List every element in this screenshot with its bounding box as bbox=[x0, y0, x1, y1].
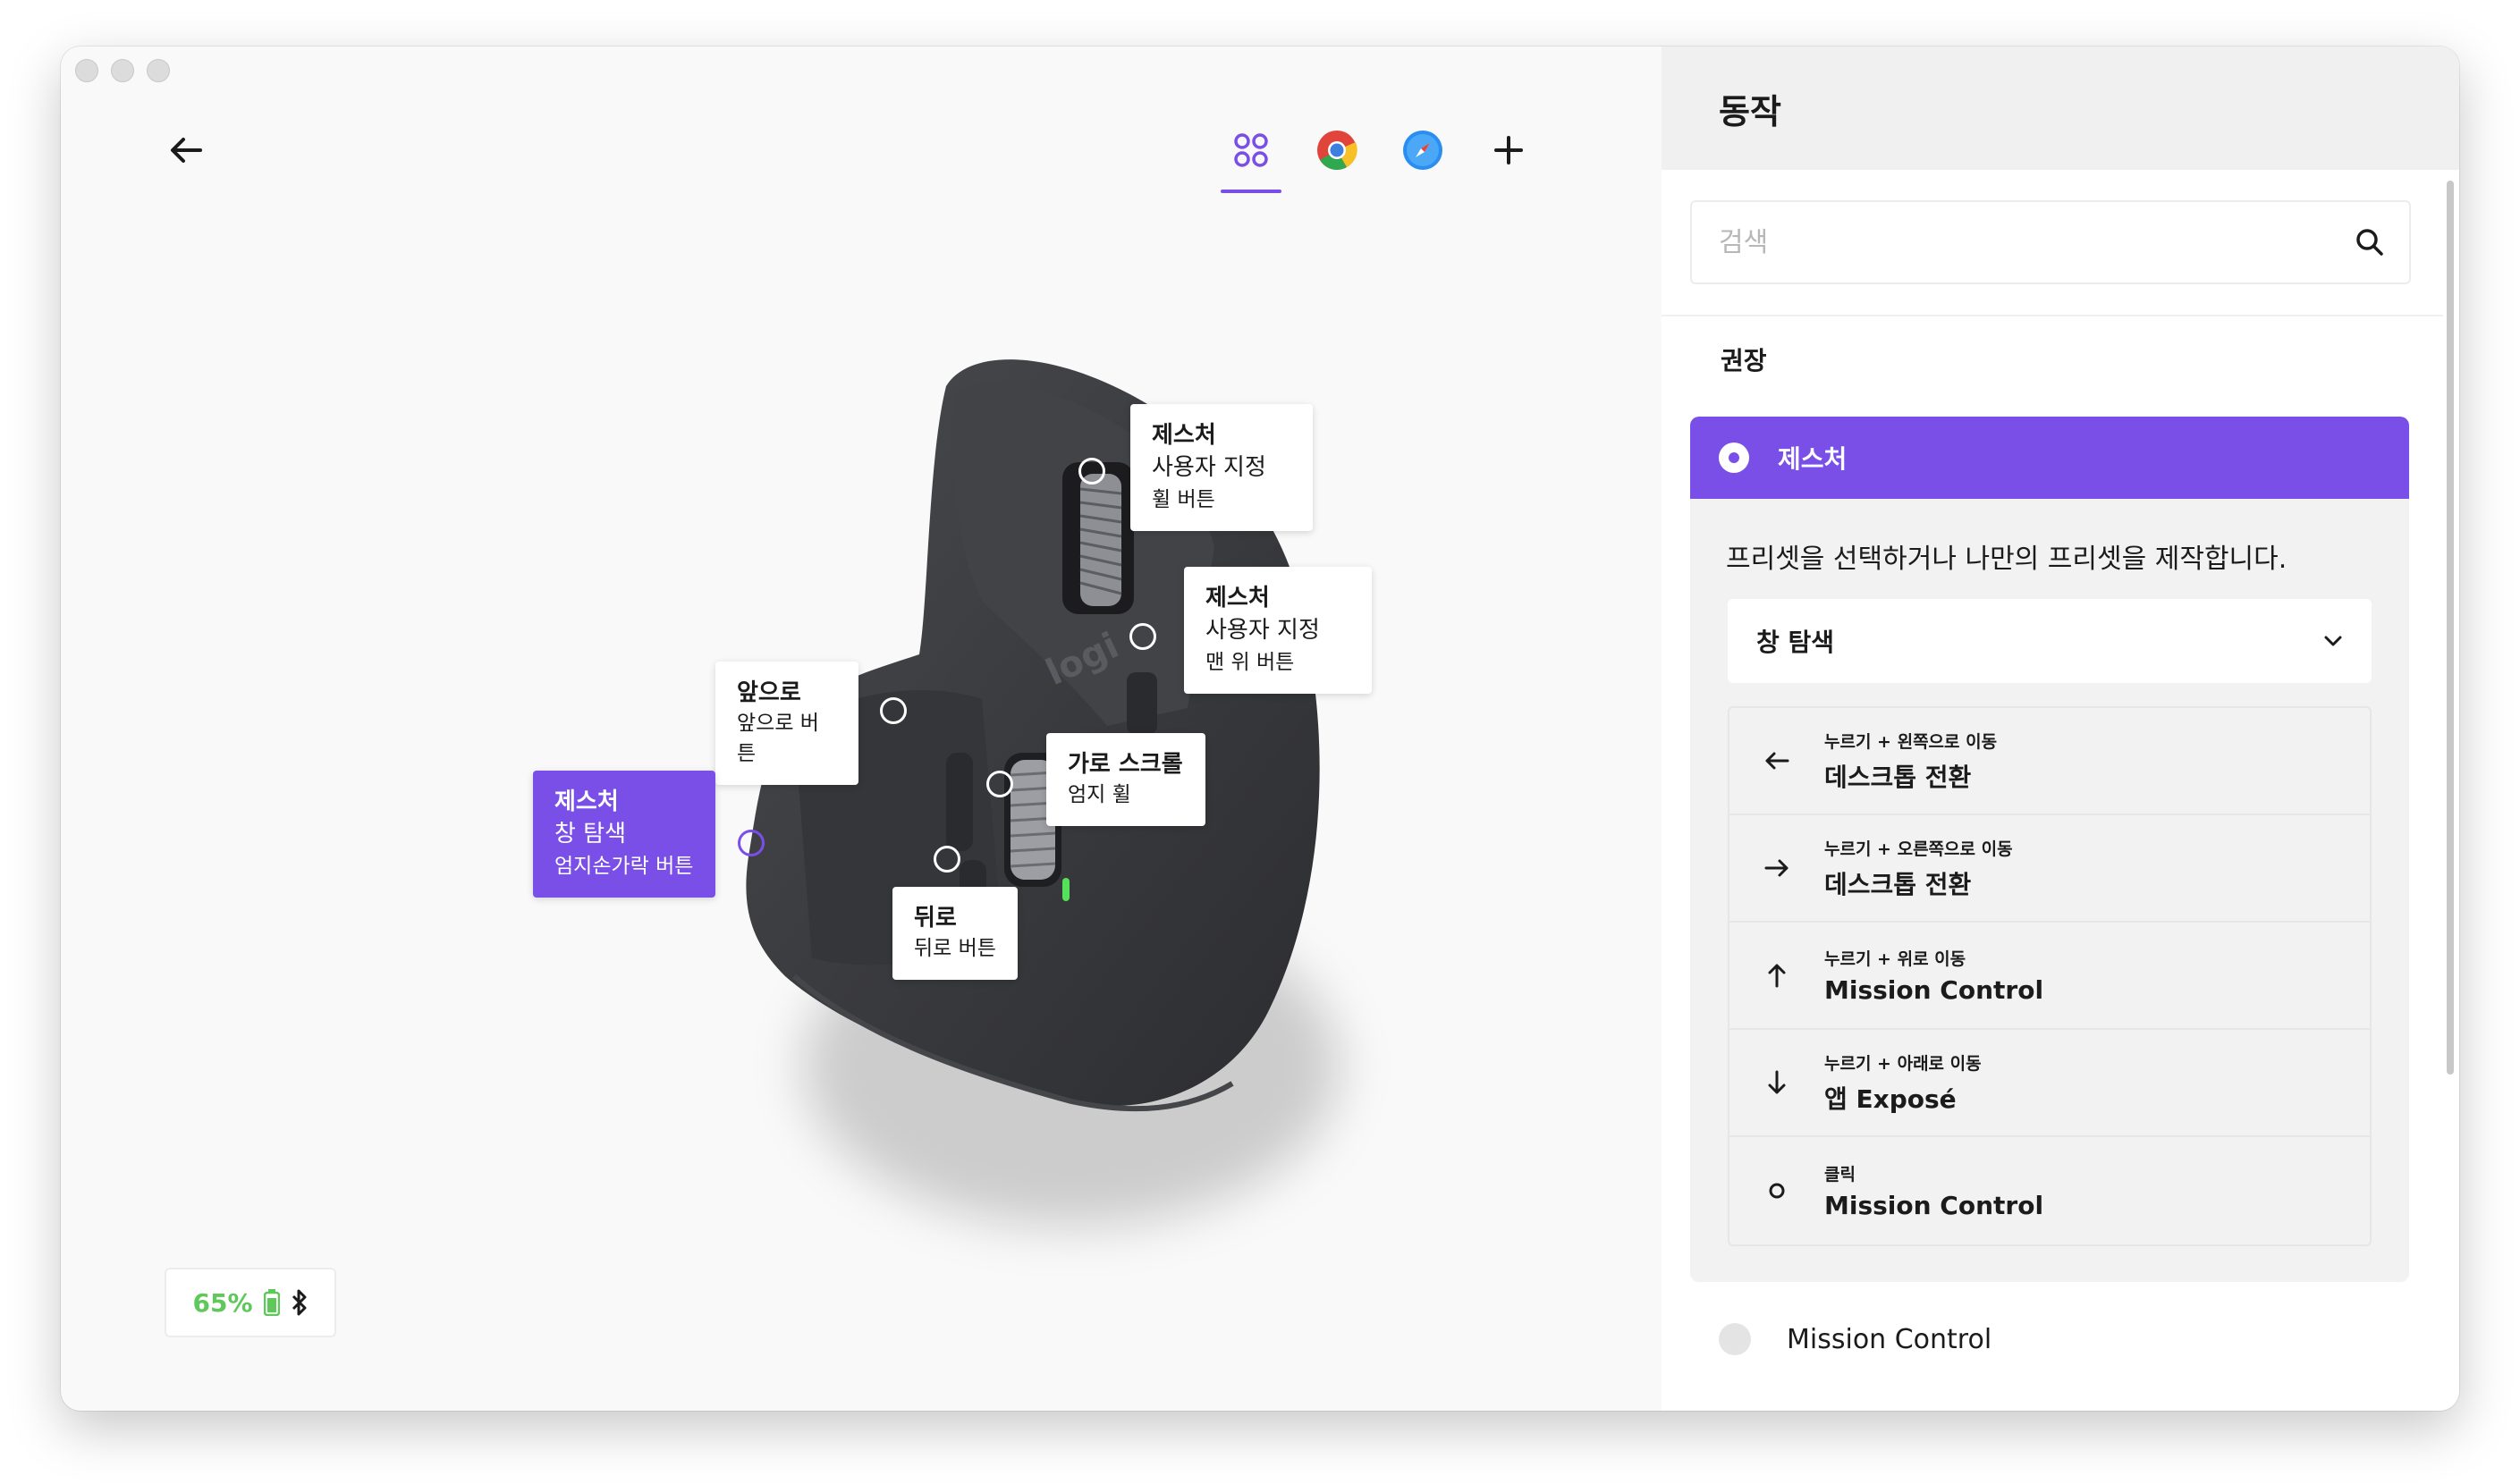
divider bbox=[1662, 315, 2443, 316]
panel-header: 동작 bbox=[1662, 46, 2459, 170]
bluetooth-icon bbox=[292, 1289, 307, 1316]
callout-desc: 앞으로 버튼 bbox=[737, 712, 819, 765]
option-label: Mission Control bbox=[1787, 1323, 1992, 1355]
callout-title: 뒤로 bbox=[914, 905, 957, 932]
action-label: Mission Control bbox=[1824, 975, 2044, 1005]
panel-title: 동작 bbox=[1719, 91, 1781, 131]
search-box[interactable] bbox=[1690, 200, 2411, 284]
chevron-down-icon bbox=[2324, 636, 2342, 646]
forward-button-marker[interactable] bbox=[880, 697, 907, 724]
callout-title: 제스처 bbox=[1205, 585, 1270, 611]
battery-percent: 65% bbox=[192, 1287, 253, 1318]
battery-status: 65% bbox=[165, 1268, 336, 1337]
callout-top-button[interactable]: 제스처 사용자 지정 맨 위 버튼 bbox=[1184, 567, 1372, 694]
close-window-button[interactable] bbox=[75, 59, 98, 82]
preset-dropdown[interactable]: 창 탐색 bbox=[1728, 599, 2372, 683]
tab-add-app[interactable] bbox=[1476, 118, 1541, 182]
callout-title: 앞으로 bbox=[737, 679, 801, 706]
battery-icon bbox=[263, 1289, 280, 1316]
tab-all-apps[interactable] bbox=[1219, 118, 1283, 193]
callout-wheel-button[interactable]: 제스처 사용자 지정 휠 버튼 bbox=[1130, 404, 1313, 531]
action-hint: 누르기 + 왼쪽으로 이동 bbox=[1824, 731, 1998, 752]
wheel-button-marker[interactable] bbox=[1078, 458, 1105, 485]
search-input[interactable] bbox=[1717, 225, 2355, 259]
callout-title: 제스처 bbox=[1152, 422, 1216, 449]
arrow-up-icon bbox=[1768, 964, 1786, 988]
back-button[interactable] bbox=[159, 123, 213, 177]
arrow-left-icon bbox=[1765, 752, 1789, 770]
back-button-marker[interactable] bbox=[934, 846, 960, 873]
callout-back-button[interactable]: 뒤로 뒤로 버튼 bbox=[892, 887, 1018, 980]
callout-subtitle: 사용자 지정 bbox=[1205, 617, 1320, 644]
action-label: 앱 Exposé bbox=[1824, 1083, 1957, 1114]
callout-subtitle: 창 탐색 bbox=[554, 821, 627, 847]
action-label: 데스크톱 전환 bbox=[1824, 869, 1972, 899]
option-mission-control[interactable]: Mission Control bbox=[1719, 1323, 1991, 1355]
gesture-option-header[interactable]: 제스처 bbox=[1690, 417, 2409, 499]
gesture-actions-list: 누르기 + 왼쪽으로 이동 데스크톱 전환 누르기 + 오른쪽으로 이동 데스크… bbox=[1728, 706, 2372, 1246]
tab-safari[interactable] bbox=[1391, 118, 1455, 182]
gesture-option-card: 제스처 프리셋을 선택하거나 나만의 프리셋을 제작합니다. 창 탐색 누르기 … bbox=[1690, 417, 2409, 1282]
callout-horizontal-scroll[interactable]: 가로 스크롤 엄지 휠 bbox=[1046, 733, 1205, 826]
circle-icon bbox=[1769, 1183, 1785, 1199]
callout-desc: 뒤로 버튼 bbox=[914, 937, 996, 960]
action-label: Mission Control bbox=[1824, 1191, 2044, 1220]
search-icon[interactable] bbox=[2355, 228, 2384, 257]
callout-title: 가로 스크롤 bbox=[1068, 751, 1183, 778]
callout-forward-button[interactable]: 앞으로 앞으로 버튼 bbox=[715, 662, 858, 785]
app-window: logi 제스처 사용자 지정 휠 버튼 제스처 사용자 지정 맨 위 버튼 앞… bbox=[61, 46, 2459, 1411]
gesture-description: 프리셋을 선택하거나 나만의 프리셋을 제작합니다. bbox=[1726, 544, 2287, 575]
action-hint: 누르기 + 오른쪽으로 이동 bbox=[1824, 839, 2013, 859]
zoom-window-button[interactable] bbox=[147, 59, 170, 82]
plus-icon bbox=[1494, 136, 1523, 164]
chrome-icon bbox=[1317, 131, 1357, 170]
section-recommended: 권장 bbox=[1721, 346, 1767, 375]
action-label: 데스크톱 전환 bbox=[1824, 762, 1972, 792]
gesture-option-label: 제스처 bbox=[1778, 444, 1848, 474]
arrow-left-icon bbox=[171, 138, 202, 163]
gesture-action-row[interactable]: 누르기 + 아래로 이동 앱 Exposé bbox=[1729, 1030, 2370, 1137]
arrow-down-icon bbox=[1768, 1070, 1786, 1094]
minimize-window-button[interactable] bbox=[111, 59, 134, 82]
action-hint: 클릭 bbox=[1824, 1165, 1856, 1185]
callout-desc: 휠 버튼 bbox=[1152, 488, 1215, 511]
callout-subtitle: 사용자 지정 bbox=[1152, 454, 1266, 481]
horizontal-scroll-marker[interactable] bbox=[986, 771, 1013, 797]
arrow-right-icon bbox=[1764, 859, 1789, 877]
gesture-action-row[interactable]: 누르기 + 오른쪽으로 이동 데스크톱 전환 bbox=[1729, 815, 2370, 923]
safari-icon bbox=[1403, 131, 1442, 170]
radio-selected-icon[interactable] bbox=[1719, 443, 1749, 473]
callout-thumb-button[interactable]: 제스처 창 탐색 엄지손가락 버튼 bbox=[533, 771, 715, 898]
action-hint: 누르기 + 위로 이동 bbox=[1824, 949, 1966, 969]
grid-icon bbox=[1234, 133, 1268, 167]
callout-desc: 엄지 휠 bbox=[1068, 783, 1131, 806]
gesture-action-row[interactable]: 누르기 + 왼쪽으로 이동 데스크톱 전환 bbox=[1729, 708, 2370, 815]
action-hint: 누르기 + 아래로 이동 bbox=[1824, 1053, 1982, 1074]
top-button-marker[interactable] bbox=[1129, 623, 1156, 650]
thumb-button-marker[interactable] bbox=[738, 830, 765, 856]
gesture-action-row[interactable]: 클릭 Mission Control bbox=[1729, 1137, 2370, 1244]
callout-title: 제스처 bbox=[554, 788, 619, 815]
app-tabs bbox=[1219, 118, 1541, 193]
callout-desc: 맨 위 버튼 bbox=[1205, 651, 1295, 674]
actions-panel: 동작 권장 제스처 프리셋을 선택하거나 나만의 프리셋을 제작합니다. 창 탐… bbox=[1662, 46, 2459, 1411]
callout-desc: 엄지손가락 버튼 bbox=[554, 855, 694, 878]
radio-unselected-icon[interactable] bbox=[1719, 1323, 1751, 1355]
panel-scrollbar[interactable] bbox=[2447, 181, 2454, 1075]
window-controls bbox=[75, 59, 170, 82]
gesture-action-row[interactable]: 누르기 + 위로 이동 Mission Control bbox=[1729, 923, 2370, 1030]
tab-chrome[interactable] bbox=[1305, 118, 1369, 182]
preset-selected-value: 창 탐색 bbox=[1756, 628, 1835, 657]
